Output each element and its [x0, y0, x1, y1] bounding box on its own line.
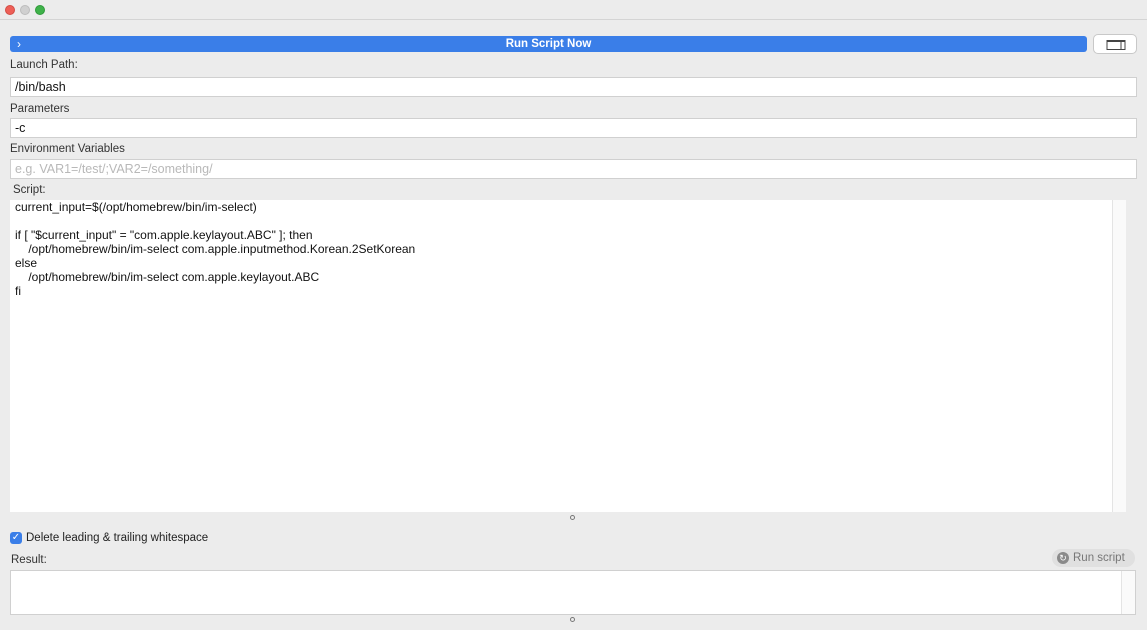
script-editor[interactable]: current_input=$(/opt/homebrew/bin/im-sel…	[10, 200, 1126, 512]
close-window-button[interactable]	[5, 5, 15, 15]
run-icon: ↻	[1057, 552, 1069, 564]
script-line: else	[15, 256, 38, 270]
layout-toggle-button[interactable]	[1093, 34, 1137, 54]
script-line: fi	[15, 284, 21, 298]
result-label: Result:	[11, 554, 47, 566]
panel-layout-icon	[1106, 40, 1126, 50]
script-label: Script:	[13, 184, 46, 196]
trim-whitespace-label[interactable]: Delete leading & trailing whitespace	[26, 532, 208, 544]
launch-path-field[interactable]: /bin/bash	[10, 77, 1137, 97]
result-output[interactable]	[10, 570, 1136, 615]
env-vars-label: Environment Variables	[10, 143, 125, 155]
parameters-field[interactable]: -c	[10, 118, 1137, 138]
script-line: current_input=$(/opt/homebrew/bin/im-sel…	[15, 200, 257, 214]
result-scrollbar[interactable]	[1121, 571, 1135, 614]
script-line: if [ "$current_input" = "com.apple.keyla…	[15, 228, 313, 242]
run-script-label: Run script	[1073, 552, 1125, 564]
minimize-window-button[interactable]	[20, 5, 30, 15]
run-script-button[interactable]: ↻ Run script	[1052, 549, 1135, 567]
script-line: /opt/homebrew/bin/im-select com.apple.ke…	[15, 270, 320, 284]
parameters-label: Parameters	[10, 103, 70, 115]
run-script-now-label: Run Script Now	[505, 38, 592, 50]
zoom-window-button[interactable]	[35, 5, 45, 15]
run-script-now-button[interactable]: › Run Script Now	[10, 36, 1087, 52]
chevron-right-icon: ›	[17, 37, 21, 51]
title-bar	[0, 0, 1147, 20]
script-line: /opt/homebrew/bin/im-select com.apple.in…	[15, 242, 416, 256]
result-resize-handle[interactable]	[570, 617, 575, 622]
env-vars-field[interactable]: e.g. VAR1=/test/;VAR2=/something/	[10, 159, 1137, 179]
script-resize-handle[interactable]	[570, 515, 575, 520]
trim-whitespace-checkbox[interactable]: ✓	[10, 532, 22, 544]
script-scrollbar[interactable]	[1112, 200, 1126, 512]
launch-path-label: Launch Path:	[10, 59, 78, 71]
